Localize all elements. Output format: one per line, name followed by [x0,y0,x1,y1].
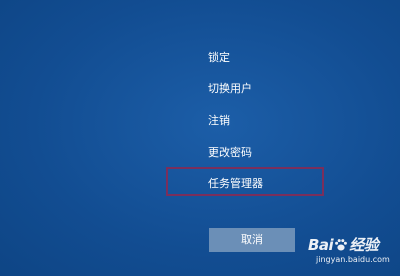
baidu-jingyan-watermark: Bai 经验 jingyan.baidu.com [308,234,398,272]
cancel-button[interactable]: 取消 [209,228,295,252]
menu-item-change-password[interactable]: 更改密码 [208,145,252,161]
watermark-url: jingyan.baidu.com [316,255,390,264]
watermark-logo: Bai 经验 [308,234,379,255]
watermark-logo-prefix: Bai [308,236,334,254]
menu-item-lock[interactable]: 锁定 [208,50,230,66]
menu-item-switch-user[interactable]: 切换用户 [208,81,252,97]
paw-icon [335,239,348,251]
menu-item-sign-out[interactable]: 注销 [208,113,230,129]
highlight-annotation-box [166,167,324,196]
watermark-logo-suffix: 经验 [349,236,379,254]
